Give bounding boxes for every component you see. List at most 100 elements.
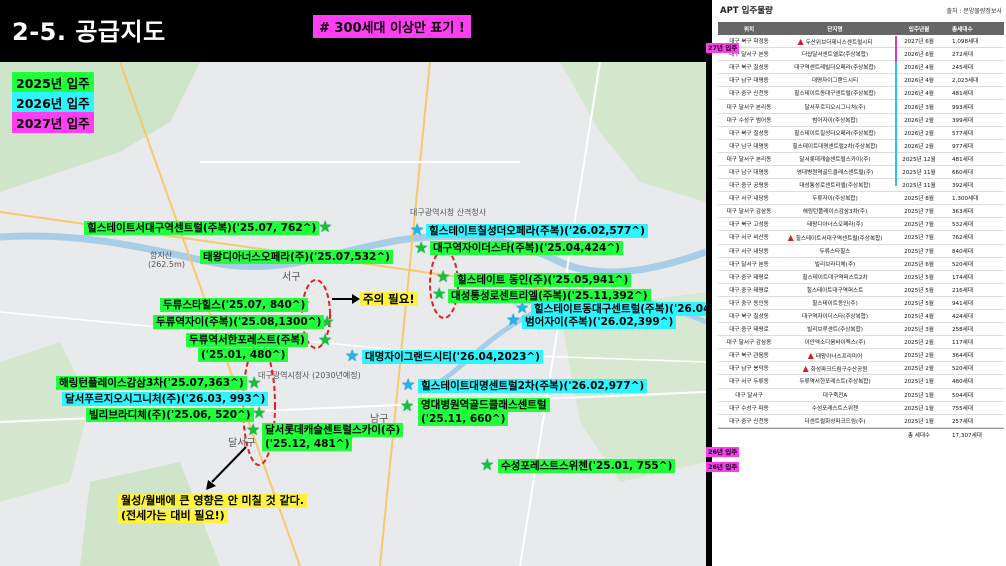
star-icon[interactable]: ★	[410, 222, 424, 238]
apt-label[interactable]: 두류역자이(주복)('25.08,1300^)	[153, 315, 325, 329]
table-row[interactable]: 대구 중구 신천동 힐스테이트동대구센트럴(주상복합) 2026년 4월 481세대	[718, 87, 1004, 101]
apt-label[interactable]: 영대병원역골드클래스센트럴	[418, 398, 550, 412]
table-row[interactable]: 대구 서구 내당동 두류자이(주상복합) 2025년 8월 1,300세대	[718, 192, 1004, 206]
row-complex: 대구역센트레빌더오페라(주상복합)	[794, 65, 876, 72]
table-row[interactable]: 대구 달서구 본리동 달서롯데캐슬센트럴스카이(주) 2025년 12월 481세대	[718, 153, 1004, 166]
row-units: 840세대	[952, 248, 973, 255]
table-row[interactable]: 대구 달서구 본리동 달서푸르지오시그니처(주) 2026년 3월 993세대	[718, 100, 1004, 114]
apt-label[interactable]: 달서롯데캐슬센트럴스카이(주)	[262, 423, 404, 437]
apt-label[interactable]: 해링턴플레이스감삼3차('25.07,363^)	[56, 376, 247, 390]
range-bar-2027	[895, 36, 897, 62]
star-icon[interactable]: ★	[246, 422, 260, 438]
apt-label[interactable]: ('25.11, 660^)	[418, 412, 509, 426]
apt-label[interactable]: 힐스테이트대명센트럴2차(주복)('26.02,977^)	[418, 379, 648, 393]
row-location: 대구 중구 태평로	[729, 274, 769, 281]
star-icon[interactable]: ★	[345, 348, 359, 364]
apt-label[interactable]: 힐스테이트서대구역센트럴(주복)('25.07, 762^)	[84, 221, 320, 235]
table-row[interactable]: 대구 남구 봉덕동 ▲ 화성파크드림구수산공원 2025년 2월 520세대	[718, 362, 1004, 376]
col-location[interactable]: 위치	[718, 25, 780, 33]
row-complex-text: 힐스테이트서대구역센트럴(주상복합)	[795, 235, 883, 242]
table-row[interactable]: 대구 북구 관음동 ▲ 태왕아너스프리미어 2025년 2월 364세대	[718, 349, 1004, 363]
table-row[interactable]: 대구 북구 고성동 태왕디아너스오페라(주) 2025년 7월 532세대	[718, 218, 1004, 232]
apt-label[interactable]: 대성통성로센트리엘(주복)('25.11,392^)	[448, 289, 651, 303]
legend-2027: 2027년 입주	[12, 112, 94, 133]
col-units[interactable]: 총세대수	[948, 25, 1004, 33]
star-icon[interactable]: ★	[480, 457, 494, 473]
apt-label[interactable]: 대구역자이더스타(주복)('25.04,424^)	[430, 241, 623, 255]
table-row[interactable]: 대구 남구 대명동 영대병원역골드클래스센트럴(주) 2025년 11월 660세대	[718, 166, 1004, 180]
table-row[interactable]: 대구 남구 대명동 힐스테이트대명센트럴2차(주상복합) 2026년 2월 977세대	[718, 140, 1004, 153]
row-units: 1,300세대	[952, 196, 979, 203]
table-row[interactable]: 대구 달서구 본동 빌리브라디체(주) 2025년 6월 520세대	[718, 258, 1004, 271]
star-icon[interactable]: ★	[414, 240, 428, 256]
row-units: 977세대	[952, 143, 973, 150]
apt-label[interactable]: 두류역서한포레스트(주복)	[186, 333, 308, 347]
table-row[interactable]: 대구 수성구 파동 수성포레스트스위첸 2025년 1월 755세대	[718, 402, 1004, 415]
table-row[interactable]: 대구 서구 비산동 ▲ 힐스테이트서대구역센트럴(주상복합) 2025년 7월 762세…	[718, 231, 1004, 245]
row-location: 대구 서구 두류동	[729, 379, 769, 386]
star-icon[interactable]: ★	[401, 377, 415, 393]
row-location: 대구 남구 봉덕동	[729, 366, 769, 373]
star-icon[interactable]: ★	[506, 312, 520, 328]
apt-label[interactable]: 대명자이그랜드시티('26.04,2023^)	[362, 350, 543, 364]
tag-2026: 26년 입주	[706, 447, 740, 457]
table-row[interactable]: 대구 중구 공평동 대성통성로센트리엘(주상복합) 2025년 11월 392세대	[718, 179, 1004, 193]
table-row[interactable]: 대구 북구 학정동 ▲ 두산위브더제니스센트럴시티 2027년 6월 1,098세대	[718, 35, 1004, 49]
row-move-in: 2026년 3월	[904, 104, 934, 111]
star-icon[interactable]: ★	[318, 219, 332, 235]
table-row[interactable]: 대구 달서구 감삼동 이안엑소디움바이렉스(주) 2025년 2월 117세대	[718, 336, 1004, 350]
row-units: 532세대	[952, 222, 973, 229]
table-row[interactable]: 대구 북구 칠성동 대구역센트레빌더오페라(주상복합) 2026년 4월 245세대	[718, 61, 1004, 75]
table-row[interactable]: 대구 남구 대명동 대명자이그랜드시티 2026년 4월 2,023세대	[718, 74, 1004, 88]
table-row[interactable]: 대구 달서구 감삼동 해링턴플레이스감삼3차(주) 2025년 7월 363세대	[718, 205, 1004, 219]
table-row[interactable]: 대구 서구 두류동 두류역서한포레스트(주상복합) 2025년 1월 480세대	[718, 375, 1004, 389]
row-units: 941세대	[952, 300, 973, 307]
table-row[interactable]: 대구 중구 동인동 힐스테이트동인(주) 2025년 5월 941세대	[718, 297, 1004, 310]
star-icon[interactable]: ★	[318, 332, 332, 348]
apt-label[interactable]: ('25.12, 481^)	[262, 437, 353, 451]
row-location: 대구 달서구 감삼동	[726, 209, 772, 216]
apt-label[interactable]: 수성포레스트스위첸('25.01, 755^)	[498, 459, 676, 473]
row-move-in: 2025년 1월	[904, 392, 934, 399]
table-row[interactable]: 대구 중구 신천동 더센트럴화성파크드림(주) 2025년 1월 257세대	[718, 415, 1004, 428]
row-move-in: 2025년 7월	[904, 248, 934, 255]
row-complex: 수성포레스트스위첸	[811, 405, 859, 412]
table-row[interactable]: 대구 달서구 본동 더샵달서센트엘로(주상복합) 2026년 6월 272세대	[718, 48, 1004, 62]
star-icon[interactable]: ★	[432, 286, 446, 302]
row-complex: ▲ 힐스테이트서대구역센트럴(주상복합)	[780, 233, 890, 242]
apt-label[interactable]: ('25.01, 480^)	[198, 348, 289, 362]
apt-label[interactable]: 힐스테이트칠성더오페라(주복)('26.02,577^)	[426, 224, 648, 238]
row-units: 117세대	[952, 340, 973, 347]
table-row[interactable]: 대구 달서구 대구죽전A 2025년 1월 504세대	[718, 389, 1004, 402]
apt-label[interactable]: 힐스테이트동대구센트럴(주복)('26.04,481^)	[531, 302, 706, 316]
apt-label[interactable]: 태왕디아너스오페라(주)('25.07,532^)	[200, 250, 393, 264]
row-move-in: 2026년 6월	[904, 52, 934, 59]
row-complex: 두류스타힐스	[819, 248, 851, 255]
table-row[interactable]: 대구 중구 태평로 힐스테이트대구역퍼스트2차 2025년 5월 174세대	[718, 271, 1004, 284]
table-row[interactable]: 대구 북구 칠성동 힐스테이트칠성더오페라(주상복합) 2026년 2월 577세대	[718, 127, 1004, 140]
row-units: 2,023세대	[952, 78, 979, 85]
star-icon[interactable]: ★	[252, 405, 266, 421]
row-complex: 대구역자이더스타(주상복합)	[801, 314, 869, 321]
star-icon[interactable]: ★	[400, 398, 414, 414]
row-units: 520세대	[952, 366, 973, 373]
apt-label[interactable]: 빌리브라디체(주)('25.06, 520^)	[86, 408, 254, 422]
apt-label[interactable]: 달서푸르지오시그니처(주)('26.03, 993^)	[62, 392, 269, 406]
table-row[interactable]: 대구 서구 내당동 두류스타힐스 2025년 7월 840세대	[718, 245, 1004, 258]
table-row[interactable]: 대구 중구 태평로 빌리브루센트(주상복합) 2025년 3월 258세대	[718, 323, 1004, 337]
apt-label[interactable]: 범어자이(주복)('26.02,399^)	[522, 315, 677, 329]
arrow-head	[352, 294, 360, 304]
supply-map[interactable]: 대구광역시청 산격청사 대구광역시청사 (2030년예정) 서구 남구 함지산 …	[0, 62, 706, 566]
star-icon[interactable]: ★	[436, 269, 450, 285]
row-location: 대구 중구 태평로	[729, 287, 769, 294]
row-move-in: 2025년 2월	[904, 353, 934, 360]
row-location: 대구 달서구 본리동	[726, 104, 772, 111]
table-row[interactable]: 대구 중구 태평로 힐스테이트대구역퍼스트 2025년 5월 216세대	[718, 284, 1004, 297]
table-row[interactable]: 대구 북구 칠성동 대구역자이더스타(주상복합) 2025년 4월 424세대	[718, 310, 1004, 324]
row-units: 174세대	[952, 274, 973, 281]
apt-label[interactable]: 힐스테이트 동인(주)('25.05,941^)	[454, 273, 632, 287]
col-complex[interactable]: 단지명	[780, 25, 890, 33]
col-move-in[interactable]: 입주년월	[890, 25, 948, 33]
apt-label[interactable]: 두류스타힐스('25.07, 840^)	[160, 298, 309, 312]
table-row[interactable]: 대구 수성구 범어동 범어자이(주상복합) 2026년 2월 399세대	[718, 114, 1004, 127]
